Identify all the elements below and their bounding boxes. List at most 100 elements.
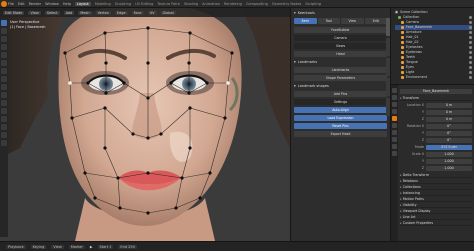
workspace-tab-shading[interactable]: Shading [184, 2, 198, 6]
view-menu[interactable]: View [51, 244, 64, 249]
workspace-tab-scripting[interactable]: Scripting [305, 2, 321, 6]
menu-help[interactable]: Help [63, 2, 71, 6]
inset-tool-icon[interactable] [1, 92, 7, 98]
head-button[interactable]: Head [294, 51, 387, 57]
spin-tool-icon[interactable] [1, 132, 7, 138]
eye-icon[interactable] [469, 76, 472, 79]
material-properties-icon[interactable] [392, 144, 397, 149]
auto-align-button[interactable]: Auto-Align [294, 107, 387, 113]
object-properties-icon[interactable] [392, 116, 397, 121]
workspace-tab-geometry-nodes[interactable]: Geometry Nodes [272, 2, 302, 6]
play-icon[interactable]: ▶ [90, 245, 93, 249]
workspace-tab-texture-paint[interactable]: Texture Paint [157, 2, 180, 6]
property-value[interactable]: 0° [426, 137, 472, 143]
menu-window[interactable]: Window [45, 2, 59, 6]
section-custom-properties[interactable]: Custom Properties [400, 220, 472, 226]
tab-view[interactable]: View [341, 18, 364, 24]
property-value[interactable]: 0 m [426, 116, 472, 122]
menu-file[interactable]: File [8, 2, 14, 6]
property-value[interactable]: 1.000 [426, 158, 472, 164]
data-properties-icon[interactable] [392, 137, 397, 142]
scene-properties-icon[interactable] [392, 109, 397, 114]
menu-render[interactable]: Render [29, 2, 41, 6]
loop-cut-tool-icon[interactable] [1, 108, 7, 114]
render-properties-icon[interactable] [392, 95, 397, 100]
workspace-tab-uv-editing[interactable]: UV Editing [135, 2, 153, 6]
keying-menu[interactable]: Keying [30, 244, 47, 249]
workspace-tab-sculpting[interactable]: Sculpting [115, 2, 131, 6]
texture-properties-icon[interactable] [392, 151, 397, 156]
eye-icon[interactable] [469, 71, 472, 74]
poly-build-tool-icon[interactable] [1, 124, 7, 130]
annotate-tool-icon[interactable] [1, 68, 7, 74]
select-menu[interactable]: Select [44, 10, 60, 15]
menu-edit[interactable]: Edit [18, 2, 25, 6]
landmarks-section-header[interactable]: ▾ Landmarks [294, 60, 387, 64]
eye-icon[interactable] [469, 26, 472, 29]
modifier-properties-icon[interactable] [392, 123, 397, 128]
scale-tool-icon[interactable] [1, 52, 7, 58]
workspace-tab-layout[interactable]: Layout [74, 1, 91, 6]
mesh-menu[interactable]: Mesh [78, 10, 92, 15]
export-head-button[interactable]: Export Head [294, 131, 387, 137]
cursor-tool-icon[interactable] [1, 28, 7, 34]
facebuilder-button[interactable]: FaceBuilder [294, 27, 387, 33]
transform-orientation-dropdown[interactable]: Global [160, 10, 176, 15]
object-name-input[interactable]: Face_Basemesh [400, 88, 472, 94]
tool-properties-icon[interactable] [392, 88, 397, 93]
output-properties-icon[interactable] [392, 102, 397, 107]
tab-tool[interactable]: Tool [317, 18, 340, 24]
physics-properties-icon[interactable] [392, 130, 397, 135]
property-value[interactable]: 0 m [426, 109, 472, 115]
eye-icon[interactable] [469, 41, 472, 44]
shape-parameters-button[interactable]: Shape Parameters [294, 75, 387, 81]
view-menu[interactable]: View [28, 10, 41, 15]
property-value[interactable]: 0° [426, 130, 472, 136]
outliner-item[interactable]: Environment [395, 75, 472, 80]
move-tool-icon[interactable] [1, 36, 7, 42]
extrude-tool-icon[interactable] [1, 84, 7, 90]
tab-item[interactable]: Item [294, 18, 317, 24]
property-value[interactable]: 0 m [426, 102, 472, 108]
select-tool-icon[interactable] [1, 20, 7, 26]
add-pins-button[interactable]: Add Pins [294, 91, 387, 97]
property-value[interactable]: 1.000 [426, 165, 472, 171]
transform-tool-icon[interactable] [1, 60, 7, 66]
3d-viewport[interactable]: User Perspective (1) Face | Basemesh [0, 8, 290, 241]
measure-tool-icon[interactable] [1, 76, 7, 82]
rotation-mode-dropdown[interactable]: XYZ Euler [426, 144, 472, 150]
eye-icon[interactable] [469, 46, 472, 49]
rotate-tool-icon[interactable] [1, 44, 7, 50]
smooth-tool-icon[interactable] [1, 140, 7, 146]
start-frame-field[interactable]: Start 1 [97, 244, 114, 249]
playback-menu[interactable]: Playback [6, 244, 26, 249]
blender-logo-icon[interactable] [1, 1, 7, 7]
edge-menu[interactable]: Edge [114, 10, 128, 15]
workspace-tab-animation[interactable]: Animation [202, 2, 220, 6]
face-menu[interactable]: Face [131, 10, 144, 15]
vertex-menu[interactable]: Vertex [95, 10, 111, 15]
section-transform[interactable]: Transform [400, 95, 472, 101]
uv-menu[interactable]: UV [147, 10, 157, 15]
eye-icon[interactable] [469, 61, 472, 64]
mode-dropdown[interactable]: Edit Mode [3, 10, 25, 15]
eye-icon[interactable] [469, 66, 472, 69]
end-frame-field[interactable]: End 250 [118, 244, 137, 249]
landmarks-button[interactable]: Landmarks [294, 67, 387, 73]
workspace-tab-rendering[interactable]: Rendering [224, 2, 242, 6]
eye-icon[interactable] [469, 16, 472, 19]
load-expression-button[interactable]: Load Expression [294, 115, 387, 121]
eye-icon[interactable] [469, 51, 472, 54]
views-row[interactable]: Views [294, 43, 387, 49]
chevron-down-icon[interactable]: ▾ [294, 11, 296, 15]
landmark-shapes-section-header[interactable]: ▾ Landmark shapes [294, 84, 387, 88]
eye-icon[interactable] [469, 31, 472, 34]
workspace-tab-compositing[interactable]: Compositing [246, 2, 268, 6]
property-value[interactable]: 0° [426, 123, 472, 129]
camera-row[interactable]: Camera [294, 35, 387, 41]
marker-menu[interactable]: Marker [68, 244, 85, 249]
knife-tool-icon[interactable] [1, 116, 7, 122]
add-menu[interactable]: Add [63, 10, 75, 15]
eye-icon[interactable] [469, 36, 472, 39]
property-value[interactable]: 1.000 [426, 151, 472, 157]
